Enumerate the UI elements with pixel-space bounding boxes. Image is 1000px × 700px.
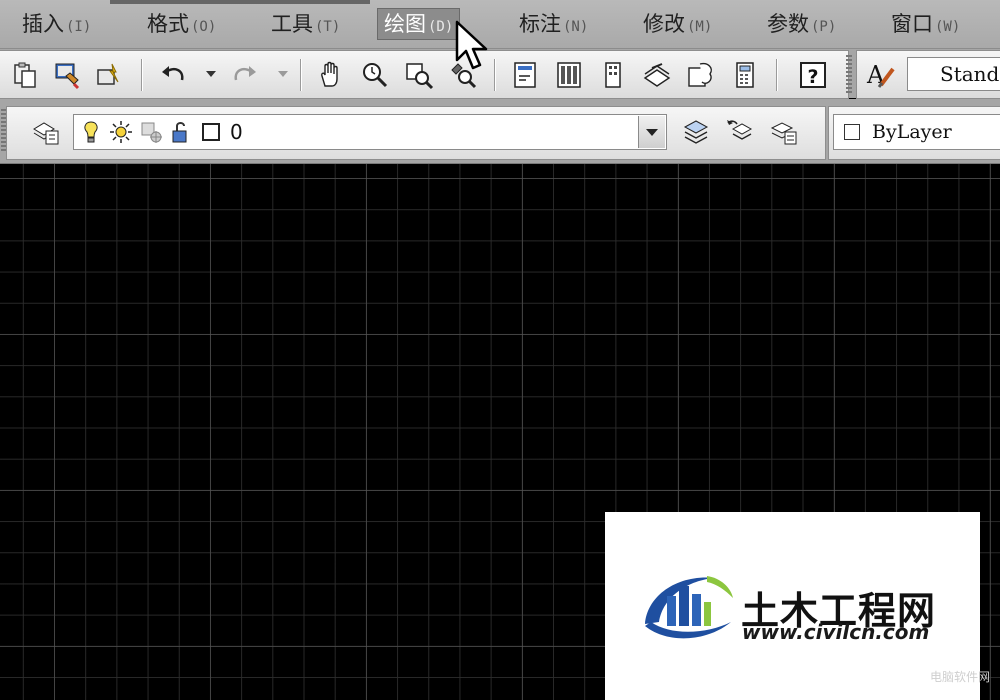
text-style-combo[interactable]: Standard <box>907 57 1000 91</box>
layers-toolbar: 0 ByLayer <box>0 99 1000 164</box>
menu-dimension[interactable]: 标注 (N) <box>513 9 594 39</box>
color-control-combo[interactable]: ByLayer <box>833 114 1000 150</box>
menu-format-label: 格式 <box>147 12 189 36</box>
menu-window-accel: (W) <box>935 19 961 35</box>
layer-states-icon[interactable] <box>767 115 801 149</box>
zoom-window-icon[interactable] <box>402 58 436 92</box>
menu-modify[interactable]: 修改 (M) <box>637 9 718 39</box>
styles-toolbar: A Standard <box>856 50 1000 99</box>
toolbar-separator <box>300 59 301 91</box>
undo-dropdown-arrow[interactable] <box>206 71 216 77</box>
layer-control-combo[interactable]: 0 <box>73 114 667 150</box>
match-properties-icon[interactable] <box>50 58 84 92</box>
menu-insert-label: 插入 <box>22 12 64 36</box>
menu-tools-label: 工具 <box>271 12 313 36</box>
toolbar-grip[interactable] <box>846 55 852 93</box>
color-control-value: ByLayer <box>872 121 952 143</box>
current-layer-name: 0 <box>230 120 243 144</box>
zoom-realtime-icon[interactable] <box>358 58 392 92</box>
layer-previous-icon[interactable] <box>723 115 757 149</box>
menu-format[interactable]: 格式 (O) <box>141 9 222 39</box>
redo-dropdown-arrow[interactable] <box>278 71 288 77</box>
undo-icon[interactable] <box>156 58 190 92</box>
menu-insert[interactable]: 插入 (I) <box>16 9 97 39</box>
redo-icon[interactable] <box>228 58 262 92</box>
toolbar-separator <box>141 59 142 91</box>
color-swatch-icon[interactable] <box>198 119 224 145</box>
quickcalc-icon[interactable] <box>728 58 762 92</box>
building-logo-icon <box>645 576 733 639</box>
layers-toolbar-panel: 0 <box>6 106 826 160</box>
make-current-icon[interactable] <box>679 115 713 149</box>
viewport-freeze-icon[interactable] <box>138 119 164 145</box>
toolbar-separator <box>776 59 777 91</box>
logo-url: www.civilcn.com <box>742 620 930 644</box>
menu-parametric-label: 参数 <box>767 12 809 36</box>
pan-icon[interactable] <box>314 58 348 92</box>
menu-draw-accel: (D) <box>428 19 454 35</box>
menu-dimension-accel: (N) <box>563 19 589 35</box>
menu-modify-accel: (M) <box>687 19 713 35</box>
svg-text:?: ? <box>807 66 818 88</box>
color-swatch-icon <box>844 124 860 140</box>
properties-icon[interactable] <box>508 58 542 92</box>
lock-open-icon[interactable] <box>168 119 194 145</box>
menu-dimension-label: 标注 <box>519 12 561 36</box>
menu-parametric-accel: (P) <box>811 19 837 35</box>
menu-draw[interactable]: 绘图 (D) <box>377 8 461 40</box>
window-top-strip <box>110 0 370 4</box>
menu-modify-label: 修改 <box>643 12 685 36</box>
block-editor-icon[interactable] <box>92 58 126 92</box>
menu-format-accel: (O) <box>191 19 217 35</box>
sheet-set-icon[interactable] <box>640 58 674 92</box>
help-icon[interactable]: ? <box>796 58 830 92</box>
menu-insert-accel: (I) <box>66 19 92 35</box>
standard-toolbar: ? A Standard <box>0 49 1000 99</box>
menu-tools-accel: (T) <box>315 19 341 35</box>
menu-window-label: 窗口 <box>891 12 933 36</box>
markup-icon[interactable] <box>684 58 718 92</box>
watermark-logo: 土木工程网 www.civilcn.com <box>605 512 980 700</box>
layer-dropdown-button[interactable] <box>638 116 665 148</box>
menu-tools[interactable]: 工具 (T) <box>265 9 346 39</box>
corner-watermark: 电脑软件网 <box>930 670 991 684</box>
toolbar-separator <box>494 59 495 91</box>
menu-draw-label: 绘图 <box>384 12 426 36</box>
design-center-icon[interactable] <box>552 58 586 92</box>
paste-icon[interactable] <box>8 58 42 92</box>
standard-toolbar-panel: ? <box>0 50 849 99</box>
menu-bar: 插入 (I) 格式 (O) 工具 (T) 绘图 (D) 标注 (N) 修改 (M) 参数 (P… <box>0 0 1000 49</box>
menu-parametric[interactable]: 参数 (P) <box>761 9 842 39</box>
properties-toolbar: ByLayer <box>828 106 1000 160</box>
menu-window[interactable]: 窗口 (W) <box>885 9 966 39</box>
text-style-icon[interactable]: A <box>863 57 897 91</box>
mouse-pointer-icon <box>455 20 488 70</box>
layer-properties-icon[interactable] <box>29 115 63 149</box>
sun-thaw-icon[interactable] <box>108 119 134 145</box>
lightbulb-on-icon[interactable] <box>78 119 104 145</box>
tool-palettes-icon[interactable] <box>596 58 630 92</box>
